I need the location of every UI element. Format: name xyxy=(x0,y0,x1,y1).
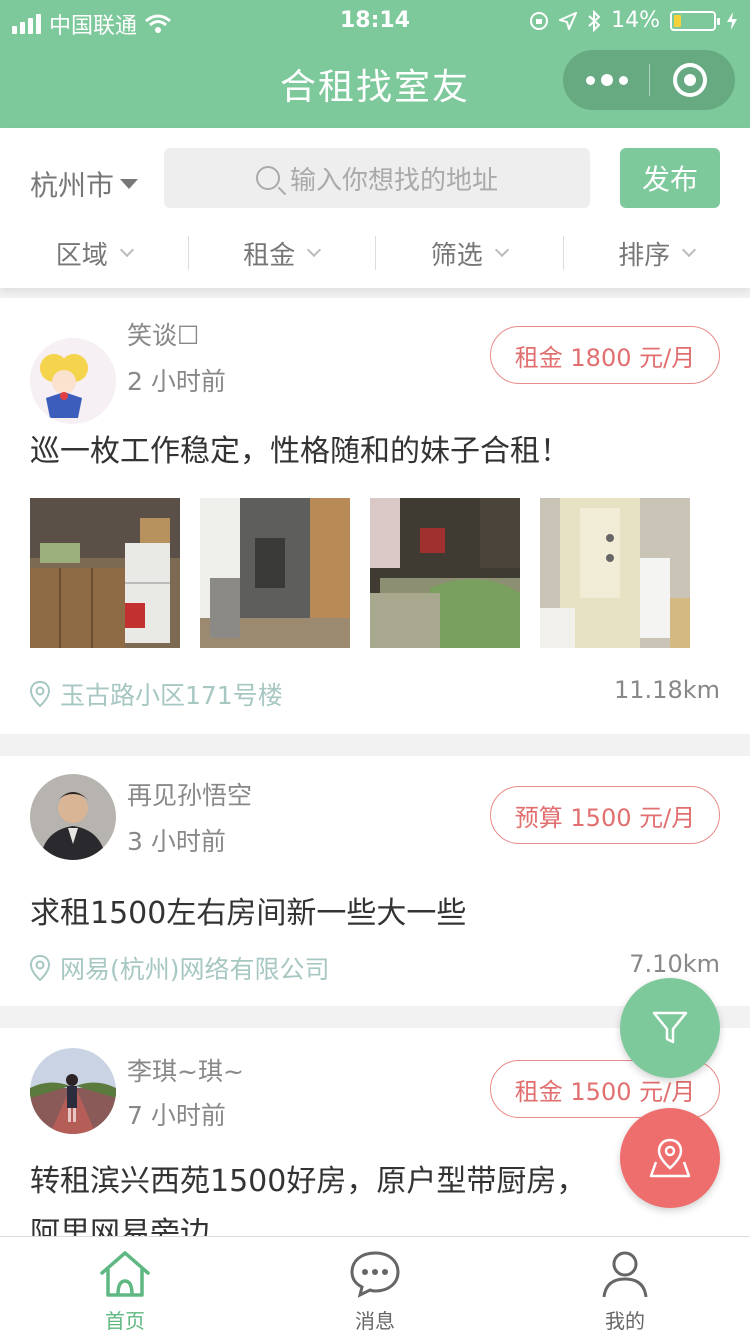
location-label: 网易(杭州)网络有限公司 xyxy=(60,955,330,984)
post-time: 2 小时前 xyxy=(127,367,226,396)
user-icon xyxy=(602,1251,648,1298)
filter-area[interactable]: 区域 xyxy=(0,228,188,278)
caret-down-icon xyxy=(120,179,139,189)
chevron-down-icon xyxy=(119,242,134,258)
filter-sort[interactable]: 排序 xyxy=(562,228,750,278)
location-pin-icon xyxy=(30,681,50,707)
map-pin-icon xyxy=(649,1138,691,1178)
mini-program-capsule xyxy=(563,50,735,110)
city-label: 杭州市 xyxy=(30,169,115,202)
charging-icon xyxy=(727,11,737,30)
funnel-icon xyxy=(652,1011,688,1044)
location-arrow-icon xyxy=(559,11,578,30)
search-input[interactable]: 输入你想找的地址 xyxy=(164,148,590,208)
location-pin-icon xyxy=(30,955,50,981)
filter-bar: 区域 租金 筛选 排序 xyxy=(0,228,750,278)
city-selector[interactable]: 杭州市 xyxy=(30,164,139,204)
battery-icon xyxy=(670,10,720,31)
chat-icon xyxy=(350,1251,400,1298)
location-label: 玉古路小区171号楼 xyxy=(60,681,283,710)
room-photo[interactable] xyxy=(200,498,350,648)
username: 再见孙悟空 xyxy=(127,781,253,810)
tab-messages[interactable]: 消息 xyxy=(250,1237,500,1334)
chevron-down-icon xyxy=(494,242,509,258)
filter-label: 区域 xyxy=(55,240,108,271)
tab-label: 首页 xyxy=(105,1309,145,1333)
status-bar: 中国联通 18:14 14% xyxy=(0,0,750,40)
post-card[interactable]: 笑谈☐ 2 小时前 租金 1800 元/月 巡一枚工作稳定，性格随和的妹子合租！ xyxy=(0,298,750,734)
tab-label: 我的 xyxy=(605,1309,645,1333)
post-time: 3 小时前 xyxy=(127,827,226,856)
filter-label: 排序 xyxy=(618,240,671,271)
search-section: 杭州市 输入你想找的地址 发布 区域 租金 筛选 排序 xyxy=(0,128,750,288)
post-title: 求租1500左右房间新一些大一些 xyxy=(30,896,467,931)
room-photo[interactable] xyxy=(370,498,520,648)
avatar[interactable] xyxy=(30,338,116,424)
rotation-lock-icon xyxy=(530,11,549,30)
username: 笑谈☐ xyxy=(127,321,200,350)
distance: 11.18km xyxy=(614,676,720,704)
price-badge: 租金 1800 元/月 xyxy=(490,326,720,384)
filter-more[interactable]: 筛选 xyxy=(375,228,563,278)
post-title-line-1: 转租滨兴西苑1500好房，原户型带厨房， xyxy=(30,1164,587,1199)
bluetooth-icon xyxy=(588,9,601,32)
filter-fab[interactable] xyxy=(620,978,720,1078)
username: 李琪~琪~ xyxy=(127,1057,244,1086)
map-fab[interactable] xyxy=(620,1108,720,1208)
post-title-line-2: 阿里网易旁边 xyxy=(30,1216,210,1238)
avatar[interactable] xyxy=(30,774,116,860)
close-target-icon[interactable] xyxy=(673,63,707,97)
distance: 7.10km xyxy=(629,950,720,978)
more-menu-icon[interactable] xyxy=(585,70,629,90)
tab-label: 消息 xyxy=(355,1309,395,1333)
tab-home[interactable]: 首页 xyxy=(0,1237,250,1334)
bottom-tab-bar: 首页 消息 我的 xyxy=(0,1236,750,1334)
home-icon xyxy=(100,1251,150,1297)
filter-rent[interactable]: 租金 xyxy=(187,228,376,278)
room-photo[interactable] xyxy=(540,498,690,648)
location-row[interactable]: 玉古路小区171号楼 xyxy=(30,676,283,712)
battery-percent: 14% xyxy=(611,8,660,33)
tab-profile[interactable]: 我的 xyxy=(500,1237,750,1334)
chevron-down-icon xyxy=(307,242,322,258)
filter-label: 筛选 xyxy=(430,240,483,271)
search-placeholder: 输入你想找的地址 xyxy=(289,165,498,196)
app-header: 中国联通 18:14 14% 合租找室友 xyxy=(0,0,750,128)
post-time: 7 小时前 xyxy=(127,1101,226,1130)
location-row[interactable]: 网易(杭州)网络有限公司 xyxy=(30,950,330,986)
post-title: 巡一枚工作稳定，性格随和的妹子合租！ xyxy=(30,434,570,469)
chevron-down-icon xyxy=(682,242,697,258)
room-photo[interactable] xyxy=(30,498,180,648)
search-icon xyxy=(255,166,280,190)
post-card[interactable]: 再见孙悟空 3 小时前 预算 1500 元/月 求租1500左右房间新一些大一些… xyxy=(0,756,750,1006)
publish-button[interactable]: 发布 xyxy=(620,148,720,208)
avatar[interactable] xyxy=(30,1048,116,1134)
filter-label: 租金 xyxy=(243,240,296,271)
price-badge: 预算 1500 元/月 xyxy=(490,786,720,844)
